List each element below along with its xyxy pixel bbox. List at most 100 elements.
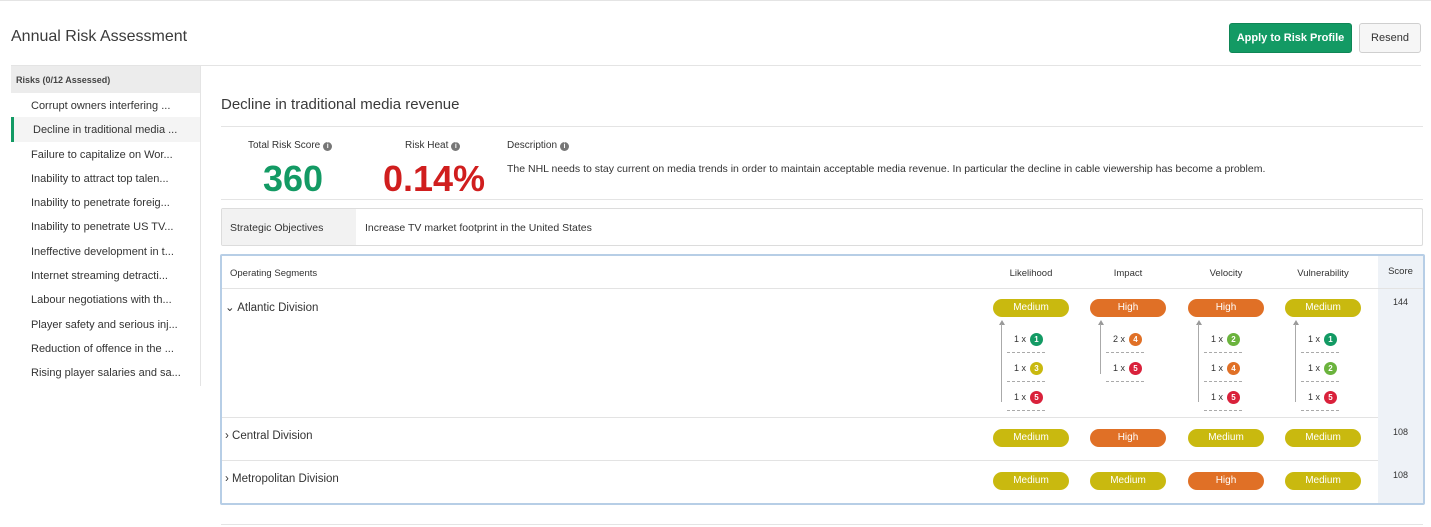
score-column: [1378, 256, 1423, 503]
operating-segments-table: Operating Segments Likelihood Impact Vel…: [220, 254, 1425, 505]
description-label-text: Description: [507, 140, 558, 151]
sidebar-item-risk[interactable]: Ineffective development in t...: [11, 239, 200, 263]
risk-heat-label: Risk Heat i: [405, 140, 461, 151]
description-text: The NHL needs to stay current on media t…: [507, 163, 1266, 175]
dashed-divider: [1301, 381, 1339, 382]
breakdown-item: 1 x 2: [1200, 332, 1244, 353]
velocity-badge: High: [1188, 472, 1264, 490]
sidebar-item-risk[interactable]: Inability to penetrate foreig...: [11, 190, 200, 214]
sidebar-item-risk-active[interactable]: Decline in traditional media ...: [11, 117, 200, 142]
level-badge: 4: [1129, 333, 1142, 346]
impact-badge: Medium: [1090, 472, 1166, 490]
chevron-down-icon[interactable]: ⌄: [225, 302, 235, 314]
chevron-right-icon[interactable]: ›: [225, 430, 229, 442]
likelihood-badge: Medium: [993, 299, 1069, 317]
apply-to-risk-profile-button[interactable]: Apply to Risk Profile: [1229, 23, 1352, 53]
likelihood-badge: Medium: [993, 472, 1069, 490]
vulnerability-badge: Medium: [1285, 299, 1361, 317]
risk-title: Decline in traditional media revenue: [221, 96, 460, 113]
dashed-divider: [1007, 381, 1045, 382]
sidebar-item-risk[interactable]: Reduction of offence in the ...: [11, 336, 200, 360]
total-risk-score-label: Total Risk Score i: [248, 140, 333, 151]
info-icon[interactable]: i: [323, 142, 333, 151]
sidebar-item-risk[interactable]: Corrupt owners interfering ...: [11, 93, 200, 117]
level-badge: 2: [1227, 333, 1240, 346]
dashed-divider: [1204, 381, 1242, 382]
risk-heat-label-text: Risk Heat: [405, 140, 449, 151]
level-badge: 5: [1227, 391, 1240, 404]
column-likelihood: Likelihood: [1009, 268, 1053, 279]
dashed-divider: [1106, 352, 1144, 353]
dashed-divider: [1204, 410, 1242, 411]
vulnerability-badge: Medium: [1285, 472, 1361, 490]
breakdown-item: 1 x 1: [1003, 332, 1047, 353]
breakdown-item: 1 x 5: [1102, 361, 1146, 382]
level-badge: 1: [1030, 333, 1043, 346]
breakdown-multiplier: 1 x: [1308, 392, 1321, 402]
level-badge: 5: [1324, 391, 1337, 404]
level-badge: 4: [1227, 362, 1240, 375]
resend-button[interactable]: Resend: [1359, 23, 1421, 53]
breakdown-multiplier: 2 x: [1113, 334, 1126, 344]
info-icon[interactable]: i: [451, 142, 461, 151]
breakdown-multiplier: 1 x: [1211, 392, 1224, 402]
segment-score: 144: [1392, 297, 1409, 307]
segment-row-metropolitan[interactable]: › Metropolitan Division: [225, 473, 339, 485]
level-badge: 1: [1324, 333, 1337, 346]
column-vulnerability: Vulnerability: [1297, 268, 1349, 279]
segment-name: Atlantic Division: [237, 302, 319, 314]
breakdown-item: 1 x 5: [1297, 390, 1341, 411]
arrow-up-icon: [1196, 320, 1202, 325]
level-badge: 5: [1030, 391, 1043, 404]
strategic-objectives: Strategic Objectives Increase TV market …: [221, 208, 1423, 246]
dashed-divider: [1007, 352, 1045, 353]
impact-badge: High: [1090, 299, 1166, 317]
level-badge: 3: [1030, 362, 1043, 375]
breakdown-item: 1 x 5: [1003, 390, 1047, 411]
page-title: Annual Risk Assessment: [11, 28, 188, 45]
sidebar-item-risk[interactable]: Rising player salaries and sa...: [11, 360, 200, 384]
segment-row-atlantic[interactable]: ⌄ Atlantic Division: [225, 300, 318, 314]
segment-name: Metropolitan Division: [232, 473, 339, 485]
strategic-objectives-label: Strategic Objectives: [222, 209, 356, 245]
sidebar-item-risk[interactable]: Labour negotiations with th...: [11, 287, 200, 311]
column-score: Score: [1388, 266, 1413, 277]
sidebar-item-risk[interactable]: Player safety and serious inj...: [11, 312, 200, 336]
footer-divider: [221, 524, 1423, 525]
arrow-up-icon: [1098, 320, 1104, 325]
chevron-right-icon[interactable]: ›: [225, 473, 229, 485]
dashed-divider: [1301, 352, 1339, 353]
dashed-divider: [1106, 381, 1144, 382]
vulnerability-badge: Medium: [1285, 429, 1361, 447]
likelihood-badge: Medium: [993, 429, 1069, 447]
dashed-divider: [1007, 410, 1045, 411]
breakdown-multiplier: 1 x: [1308, 334, 1321, 344]
sidebar-heading: Risks (0/12 Assessed): [11, 66, 200, 93]
breakdown-item: 1 x 2: [1297, 361, 1341, 382]
column-operating-segments: Operating Segments: [230, 268, 318, 279]
breakdown-item: 2 x 4: [1102, 332, 1146, 353]
velocity-badge: Medium: [1188, 429, 1264, 447]
sidebar-item-risk[interactable]: Internet streaming detracti...: [11, 263, 200, 287]
dashed-divider: [1204, 352, 1242, 353]
segment-row-central[interactable]: › Central Division: [225, 430, 313, 442]
description-label: Description i: [507, 140, 570, 151]
risk-heat-value: 0.14%: [382, 158, 486, 199]
breakdown-multiplier: 1 x: [1014, 363, 1027, 373]
total-risk-score-label-text: Total Risk Score: [248, 140, 321, 151]
breakdown-connector: [1295, 324, 1296, 402]
breakdown-multiplier: 1 x: [1014, 392, 1027, 402]
breakdown-connector: [1001, 324, 1002, 402]
breakdown-multiplier: 1 x: [1211, 334, 1224, 344]
info-icon[interactable]: i: [560, 142, 570, 151]
risk-list: Corrupt owners interfering ... Decline i…: [11, 93, 200, 385]
sidebar-item-risk[interactable]: Failure to capitalize on Wor...: [11, 142, 200, 166]
sidebar-item-risk[interactable]: Inability to penetrate US TV...: [11, 214, 200, 238]
breakdown-item: 1 x 4: [1200, 361, 1244, 382]
row-divider: [222, 417, 1378, 418]
level-badge: 5: [1129, 362, 1142, 375]
segment-score: 108: [1392, 470, 1409, 480]
breakdown-item: 1 x 1: [1297, 332, 1341, 353]
table-header: Operating Segments Likelihood Impact Vel…: [222, 256, 1423, 289]
sidebar-item-risk[interactable]: Inability to attract top talen...: [11, 166, 200, 190]
